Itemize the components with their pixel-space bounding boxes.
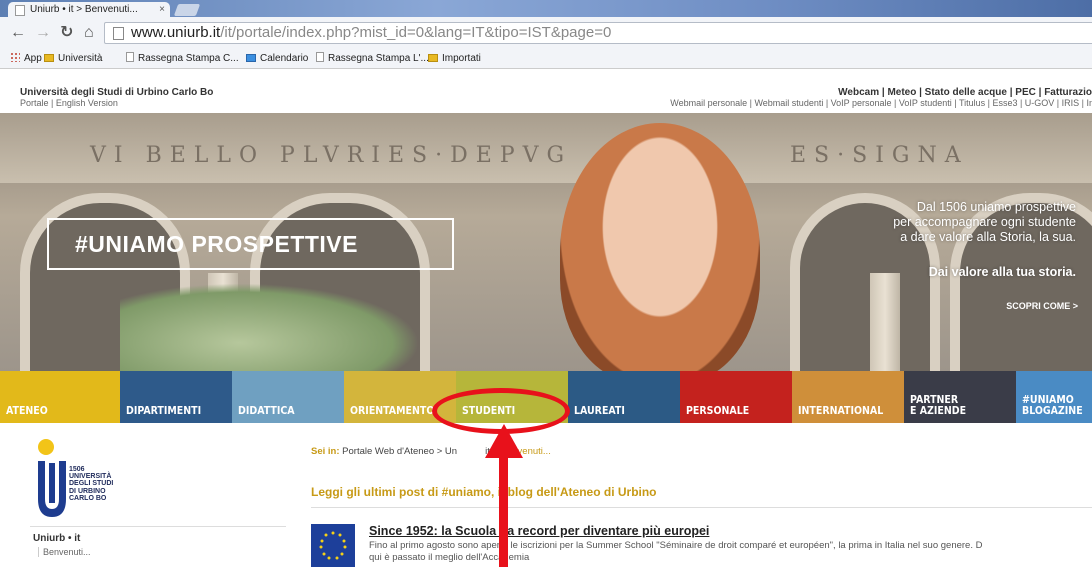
hero-line-1: Dal 1506 uniamo prospettive — [916, 200, 1076, 214]
site-header: Università degli Studi di Urbino Carlo B… — [0, 69, 1092, 113]
facade-inscription-right: ES·SIGNA — [790, 143, 969, 168]
student-photo — [560, 123, 760, 371]
nav-item-label: DIDATTICA — [238, 405, 295, 417]
hero-claim: #UNIAMO PROSPETTIVE — [47, 218, 454, 270]
nav-item-label: PARTNER E AZIENDE — [910, 394, 967, 417]
sidebar-title[interactable]: Uniurb • it — [33, 533, 80, 544]
blog-heading[interactable]: Leggi gli ultimi post di #uniamo, il blo… — [311, 485, 657, 499]
breadcrumb-path[interactable]: Portale Web d'Ateneo > Un — [340, 446, 457, 457]
nav-item-ateneo[interactable]: ATENEO — [0, 371, 120, 423]
page-icon — [316, 52, 324, 62]
nav-item-personale[interactable]: PERSONALE — [680, 371, 792, 423]
sidebar-divider — [30, 526, 286, 527]
browser-toolbar: ← → ↻ ⌂ www.uniurb.it/it/portale/index.p… — [0, 17, 1092, 51]
logo-wordmark: 1506 UNIVERSITÀ DEGLI STUDI DI URBINO CA… — [69, 466, 114, 502]
content-divider — [311, 507, 1092, 508]
page-icon — [126, 52, 134, 62]
bookmark-calendario[interactable]: Calendario — [246, 50, 308, 68]
hero-banner[interactable]: VI BELLO PLVRIES·DEPVG ES·SIGNA #UNIAMO … — [0, 113, 1092, 371]
reload-icon[interactable]: ↻ — [60, 25, 73, 41]
calendar-icon — [246, 54, 256, 62]
tab-title: Uniurb • it > Benvenuti... — [30, 4, 138, 15]
folder-icon — [44, 54, 54, 62]
bookmark-rassegna-l[interactable]: Rassegna Stampa L'... — [316, 50, 429, 68]
portal-links[interactable]: Portale | English Version — [20, 98, 118, 108]
close-tab-icon[interactable]: × — [159, 2, 165, 17]
eu-flag-icon — [311, 524, 355, 567]
bookmarks-bar: App Università Rassegna Stampa C... Cale… — [0, 50, 1092, 69]
sidebar-item[interactable]: Benvenuti... — [38, 547, 91, 557]
breadcrumb-label: Sei in: — [311, 446, 340, 457]
back-arrow-icon[interactable]: ← — [10, 25, 26, 41]
hero-tagline: Dai valore alla tua storia. — [928, 265, 1076, 279]
scopri-come-link[interactable]: SCOPRI COME > — [1006, 301, 1078, 311]
url-path: /it/portale/index.php?mist_id=0&lang=IT&… — [220, 24, 612, 41]
nav-item-label: LAUREATI — [574, 405, 625, 417]
arrow-up-icon — [485, 424, 523, 458]
article-excerpt: Fino al primo agosto sono aperte le iscr… — [369, 540, 983, 563]
browser-tab[interactable]: Uniurb • it > Benvenuti... × — [8, 2, 170, 17]
column — [870, 273, 900, 371]
nav-item-label: PERSONALE — [686, 405, 750, 417]
page-favicon-icon — [15, 5, 25, 16]
article-title-link[interactable]: Since 1952: la Scuola da record per dive… — [369, 524, 709, 538]
top-utility-links[interactable]: Webcam | Meteo | Stato delle acque | PEC… — [838, 87, 1092, 98]
page-icon — [113, 27, 124, 40]
apps-grid-icon — [10, 52, 20, 62]
bookmark-universita[interactable]: Università — [44, 50, 102, 68]
nav-item-didattica[interactable]: DIDATTICA — [232, 371, 344, 423]
home-icon[interactable]: ⌂ — [84, 25, 94, 41]
nav-item-label: ORIENTAMENTO — [350, 405, 435, 417]
facade-inscription: VI BELLO PLVRIES·DEPVG — [90, 143, 573, 168]
hero-line-3: a dare valore alla Storia, la sua. — [900, 230, 1076, 244]
forward-arrow-icon[interactable]: → — [35, 25, 51, 41]
new-tab-button[interactable] — [173, 4, 201, 16]
nav-item-uniamo-blogazine[interactable]: #UNIAMO BLOGAZINE — [1016, 371, 1092, 423]
folder-icon — [428, 54, 438, 62]
arrow-shaft — [499, 455, 508, 567]
nav-item-partner-e-aziende[interactable]: PARTNER E AZIENDE — [904, 371, 1016, 423]
nav-item-label: ATENEO — [6, 405, 48, 417]
bookmark-apps[interactable]: App — [10, 50, 42, 68]
address-bar[interactable]: www.uniurb.it/it/portale/index.php?mist_… — [104, 22, 1092, 44]
university-name[interactable]: Università degli Studi di Urbino Carlo B… — [20, 87, 213, 98]
nav-item-label: DIPARTIMENTI — [126, 405, 202, 417]
nav-item-label: #UNIAMO BLOGAZINE — [1022, 394, 1083, 417]
hero-line-2: per accompagnare ogni studente — [893, 215, 1076, 229]
university-logo-icon[interactable] — [34, 437, 70, 527]
nav-item-international[interactable]: INTERNATIONAL — [792, 371, 904, 423]
bookmark-rassegna-c[interactable]: Rassegna Stampa C... — [126, 50, 239, 68]
nav-item-label: INTERNATIONAL — [798, 405, 884, 417]
url-domain: www.uniurb.it — [131, 24, 221, 41]
bookmark-importati[interactable]: Importati — [428, 50, 481, 68]
browser-tabstrip: Uniurb • it > Benvenuti... × — [0, 0, 1092, 17]
secondary-utility-links[interactable]: Webmail personale | Webmail studenti | V… — [670, 98, 1092, 108]
nav-item-dipartimenti[interactable]: DIPARTIMENTI — [120, 371, 232, 423]
foliage — [120, 283, 420, 371]
nav-item-laureati[interactable]: LAUREATI — [568, 371, 680, 423]
